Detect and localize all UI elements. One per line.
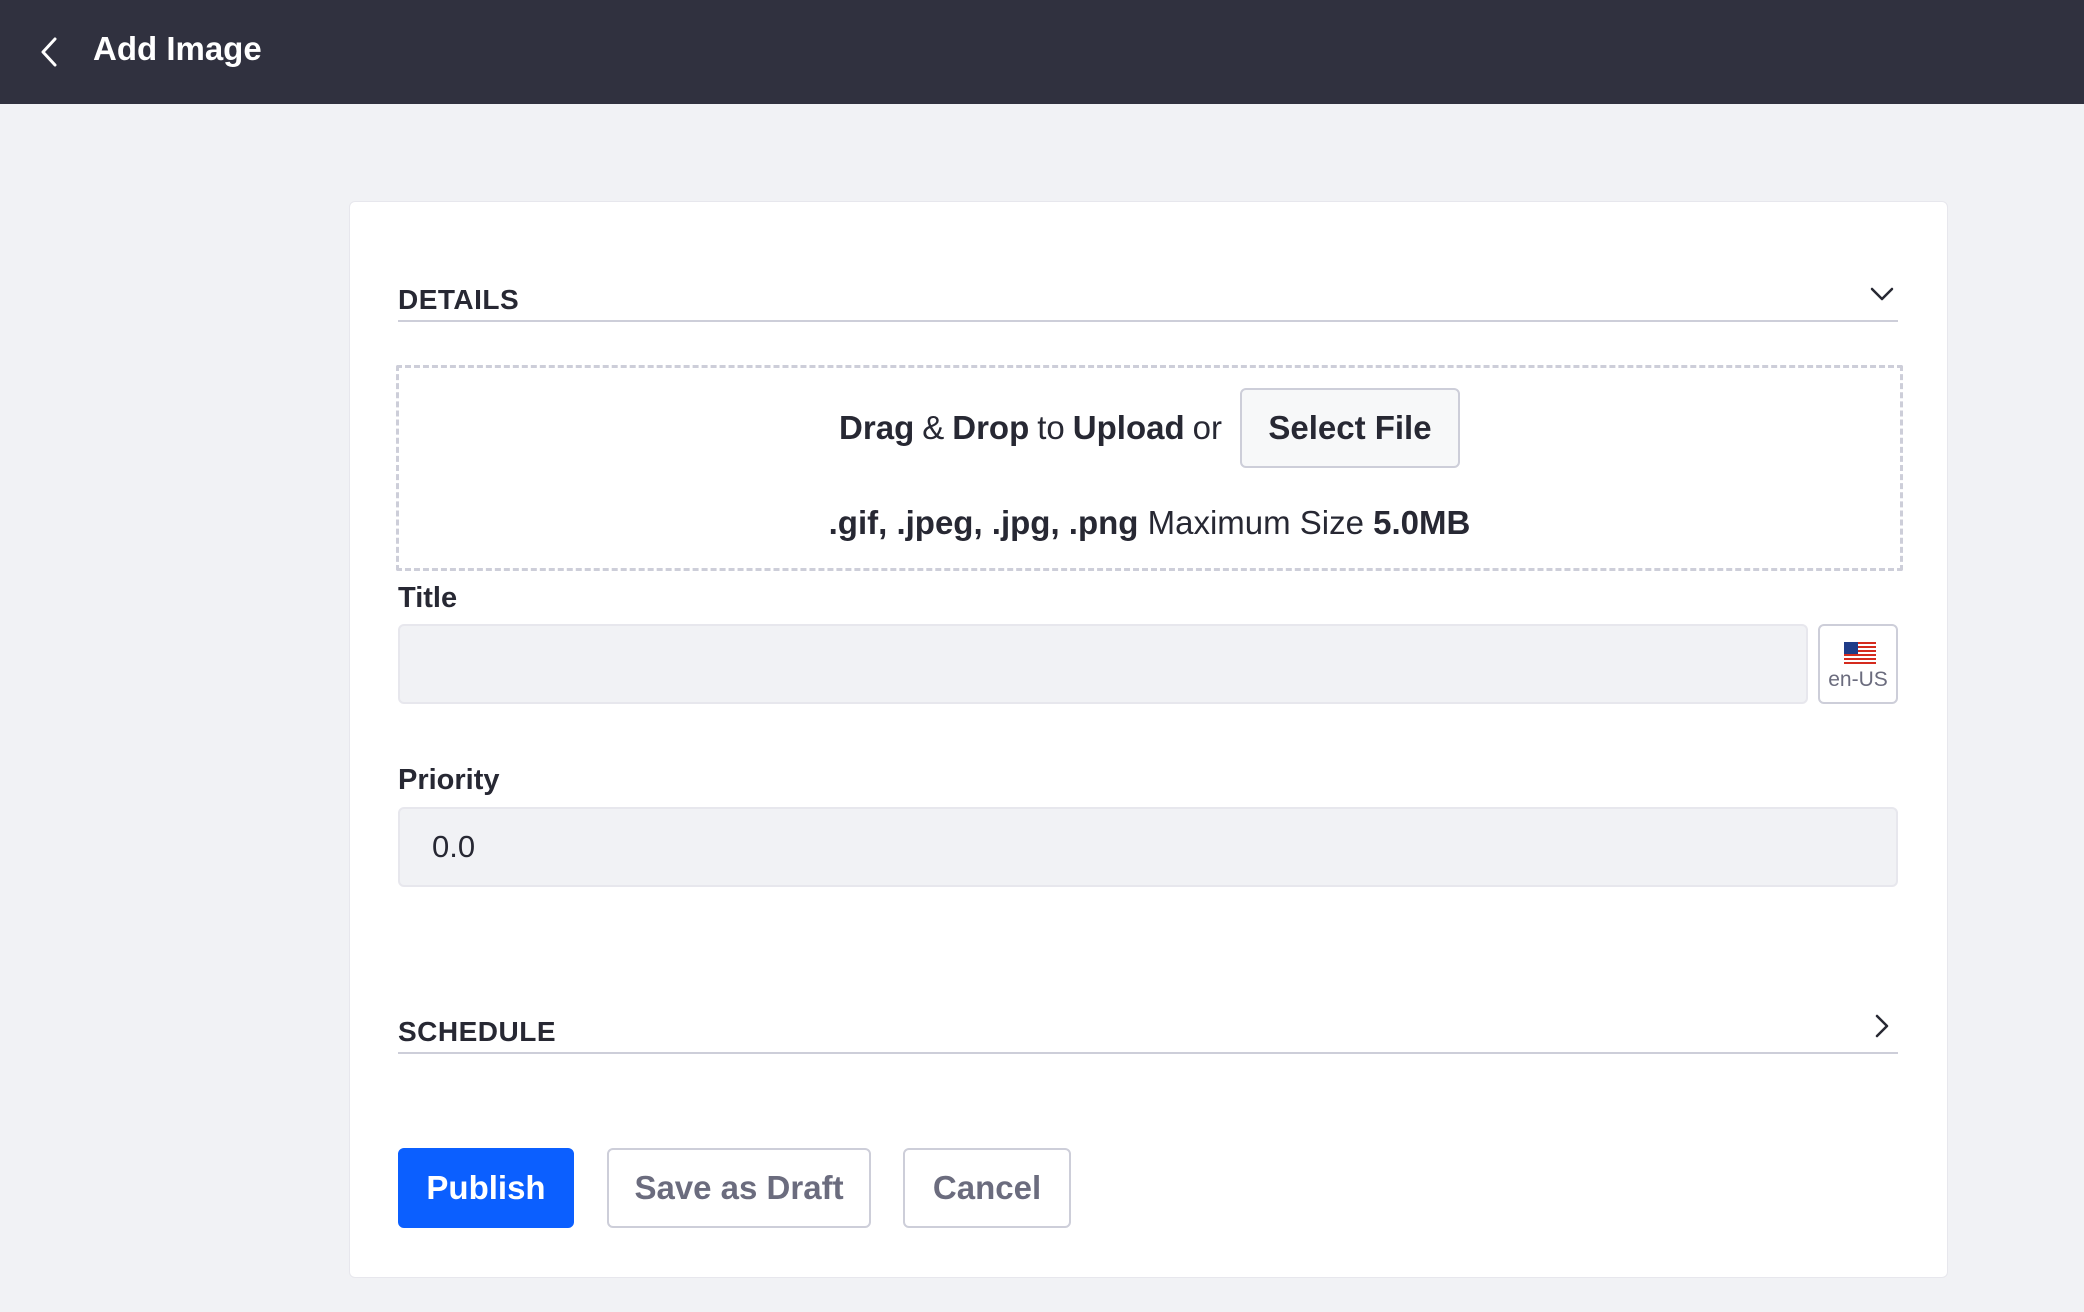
file-dropzone[interactable]: Drag & Drop to Upload or Select File .gi…: [396, 365, 1903, 571]
chevron-down-icon: [1870, 287, 1894, 301]
priority-label: Priority: [398, 764, 500, 796]
cancel-button[interactable]: Cancel: [903, 1148, 1071, 1228]
allowed-extensions: .gif, .jpeg, .jpg, .png: [828, 504, 1139, 541]
language-code: en-US: [1828, 668, 1888, 691]
dropzone-file-info: .gif, .jpeg, .jpg, .png Maximum Size 5.0…: [399, 504, 1900, 542]
max-size-label: Maximum Size: [1147, 504, 1364, 541]
back-button[interactable]: [28, 30, 72, 74]
to-text: to: [1037, 409, 1065, 446]
drag-text: Drag: [839, 409, 915, 446]
details-panel-header[interactable]: DETAILS: [398, 262, 1898, 322]
schedule-label: SCHEDULE: [398, 1016, 557, 1047]
chevron-left-icon: [41, 37, 57, 67]
schedule-panel-header[interactable]: SCHEDULE: [398, 994, 1898, 1054]
language-selector[interactable]: en-US: [1818, 624, 1898, 704]
save-draft-button[interactable]: Save as Draft: [607, 1148, 871, 1228]
us-flag-icon: [1844, 642, 1876, 664]
page-title: Add Image: [93, 30, 262, 67]
dropzone-instructions: Drag & Drop to Upload or Select File: [399, 388, 1900, 468]
title-input[interactable]: [398, 624, 1808, 704]
or-text: or: [1192, 409, 1222, 446]
publish-button[interactable]: Publish: [398, 1148, 574, 1228]
amp-text: &: [922, 409, 945, 446]
max-size-value: 5.0MB: [1373, 504, 1471, 541]
upload-text: Upload: [1072, 409, 1185, 446]
drop-text: Drop: [952, 409, 1030, 446]
select-file-button[interactable]: Select File: [1239, 388, 1460, 468]
chevron-right-icon: [1875, 1014, 1889, 1038]
priority-input[interactable]: [398, 807, 1898, 887]
title-label: Title: [398, 582, 458, 614]
form-card: DETAILS Drag & Drop to Upload or Select …: [349, 201, 1948, 1278]
top-bar: Add Image: [0, 0, 2084, 104]
details-label: DETAILS: [398, 284, 520, 315]
